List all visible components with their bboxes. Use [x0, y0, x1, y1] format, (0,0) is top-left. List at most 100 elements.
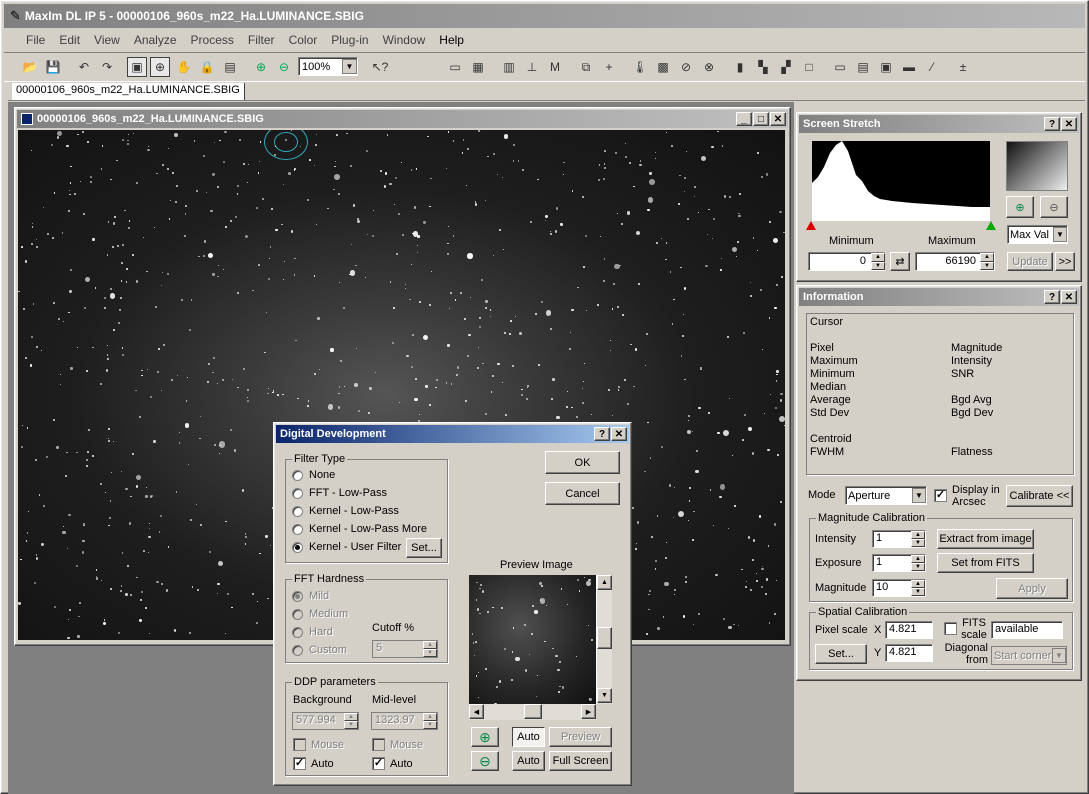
chevron-down-icon[interactable]: ▼ [912, 488, 926, 503]
select-icon[interactable]: ▣ [127, 57, 147, 77]
filter-radio[interactable] [292, 488, 303, 499]
ok-button[interactable]: OK [545, 451, 620, 474]
set-from-fits-button[interactable]: Set from FITS [937, 553, 1034, 573]
min-marker-icon[interactable] [806, 221, 816, 230]
exposure-spinner[interactable]: ▲ ▼ [911, 555, 925, 571]
maximum-spinner[interactable]: ▲ ▼ [980, 253, 994, 270]
chevron-down-icon[interactable]: ▼ [1052, 648, 1066, 663]
panel-icon[interactable]: ▭ [830, 57, 850, 77]
measure-icon[interactable]: M [545, 57, 565, 77]
intensity-spinner[interactable]: ▲ ▼ [911, 531, 925, 547]
panel4-icon[interactable]: ▬ [899, 57, 919, 77]
display-arcsec-checkbox[interactable]: ✓ [934, 489, 947, 502]
fft-radio[interactable] [292, 645, 303, 656]
help-pointer-icon[interactable]: ↖? [370, 57, 390, 77]
maximize-button[interactable]: □ [753, 112, 769, 126]
max-marker-icon[interactable] [986, 221, 996, 230]
more-button[interactable]: >> [1055, 252, 1075, 271]
filter-set-button[interactable]: Set... [406, 538, 442, 558]
stack-icon[interactable]: ▚ [753, 57, 773, 77]
menu-process[interactable]: Process [191, 33, 234, 47]
background-mouse-checkbox[interactable] [293, 738, 306, 751]
mode-select[interactable]: Aperture ▼ [845, 486, 927, 505]
histogram-plot[interactable] [812, 141, 990, 221]
save-icon[interactable]: 💾 [43, 57, 63, 77]
auto-button[interactable]: Auto [512, 751, 545, 771]
lock-icon[interactable]: 🔒 [197, 57, 217, 77]
noise-icon[interactable]: ▩ [653, 57, 673, 77]
cutoff-spinner[interactable]: ▲ ▼ [423, 641, 437, 657]
background-auto-checkbox[interactable]: ✓ [293, 757, 306, 770]
menu-help[interactable]: Help [439, 33, 464, 47]
close-button[interactable]: ✕ [611, 427, 627, 441]
menu-file[interactable]: File [26, 33, 45, 47]
bar-icon[interactable]: ▥ [499, 57, 519, 77]
background-spinner[interactable]: ▲ ▼ [344, 713, 358, 729]
filter-radio[interactable] [292, 506, 303, 517]
preview-hscrollbar[interactable]: ◀ ▶ [469, 704, 596, 720]
crosshair-icon[interactable]: ⊕ [150, 57, 170, 77]
redo-icon[interactable]: ↷ [97, 57, 117, 77]
apply-button[interactable]: Apply [996, 578, 1068, 599]
minimize-button[interactable]: _ [736, 112, 752, 126]
zoom-select[interactable]: 100% ▼ [298, 57, 358, 76]
update-button[interactable]: Update [1007, 252, 1053, 271]
preview-button[interactable]: Preview [549, 727, 612, 747]
filter-circle2-icon[interactable]: ⊗ [699, 57, 719, 77]
menu-edit[interactable]: Edit [59, 33, 80, 47]
x-scale-field[interactable]: 4.821 [885, 621, 933, 639]
scroll-right-button[interactable]: ▶ [581, 704, 596, 719]
extract-from-image-button[interactable]: Extract from image [937, 529, 1034, 549]
square-icon[interactable]: □ [799, 57, 819, 77]
properties-icon[interactable]: ▤ [220, 57, 240, 77]
filter-radio[interactable] [292, 542, 303, 553]
y-scale-field[interactable]: 4.821 [885, 644, 933, 662]
menu-color[interactable]: Color [289, 33, 318, 47]
panel2-icon[interactable]: ▤ [853, 57, 873, 77]
stretch-mode-select[interactable]: Max Val ▼ [1007, 225, 1068, 244]
fft-radio[interactable] [292, 627, 303, 638]
close-button[interactable]: ✕ [770, 112, 786, 126]
fft-radio[interactable] [292, 591, 303, 602]
menu-analyze[interactable]: Analyze [134, 33, 177, 47]
help-button[interactable]: ? [1044, 290, 1060, 304]
level-icon[interactable]: ⊥ [522, 57, 542, 77]
preview-vscrollbar[interactable]: ▲ ▼ [596, 575, 612, 704]
filter-radio[interactable] [292, 470, 303, 481]
undo-icon[interactable]: ↶ [74, 57, 94, 77]
doc-tab[interactable]: 00000106_960s_m22_Ha.LUMINANCE.SBIG [12, 83, 245, 100]
menu-filter[interactable]: Filter [248, 33, 275, 47]
plusminus-icon[interactable]: ± [953, 57, 973, 77]
preview-zoom-out-button[interactable]: ⊖ [471, 751, 499, 771]
start-corner-select[interactable]: Start corner ▼ [991, 646, 1067, 665]
midlevel-spinner[interactable]: ▲ ▼ [423, 713, 437, 729]
preview-image[interactable] [469, 575, 596, 704]
scroll-thumb[interactable] [597, 627, 612, 649]
histogram-icon[interactable]: ▮ [730, 57, 750, 77]
thermo-icon[interactable]: 🌡 [630, 57, 650, 77]
menu-window[interactable]: Window [383, 33, 426, 47]
calibrate-button[interactable]: Calibrate << [1006, 485, 1073, 507]
fft-radio[interactable] [292, 609, 303, 620]
grid-icon[interactable]: ▦ [468, 57, 488, 77]
panel3-icon[interactable]: ▣ [876, 57, 896, 77]
filter-radio[interactable] [292, 524, 303, 535]
full-screen-button[interactable]: Full Screen [549, 751, 612, 771]
set-spatial-button[interactable]: Set... [815, 644, 867, 664]
zoom-in-button[interactable]: ⊕ [1006, 196, 1034, 218]
open-icon[interactable]: 📂 [20, 57, 40, 77]
swap-button[interactable]: ⇄ [890, 252, 910, 271]
menu-view[interactable]: View [94, 33, 120, 47]
chevron-down-icon[interactable]: ▼ [1053, 227, 1067, 242]
copy-icon[interactable]: ⧉ [576, 57, 596, 77]
ruler-icon[interactable]: ▭ [445, 57, 465, 77]
cancel-button[interactable]: Cancel [545, 482, 620, 505]
midlevel-auto-checkbox[interactable]: ✓ [372, 757, 385, 770]
minimum-spinner[interactable]: ▲ ▼ [871, 253, 885, 270]
help-button[interactable]: ? [594, 427, 610, 441]
scroll-left-button[interactable]: ◀ [469, 704, 484, 719]
plus-icon[interactable]: + [599, 57, 619, 77]
filter-circle-icon[interactable]: ⊘ [676, 57, 696, 77]
scroll-up-button[interactable]: ▲ [597, 575, 612, 590]
zoom-out-button[interactable]: ⊖ [1040, 196, 1068, 218]
